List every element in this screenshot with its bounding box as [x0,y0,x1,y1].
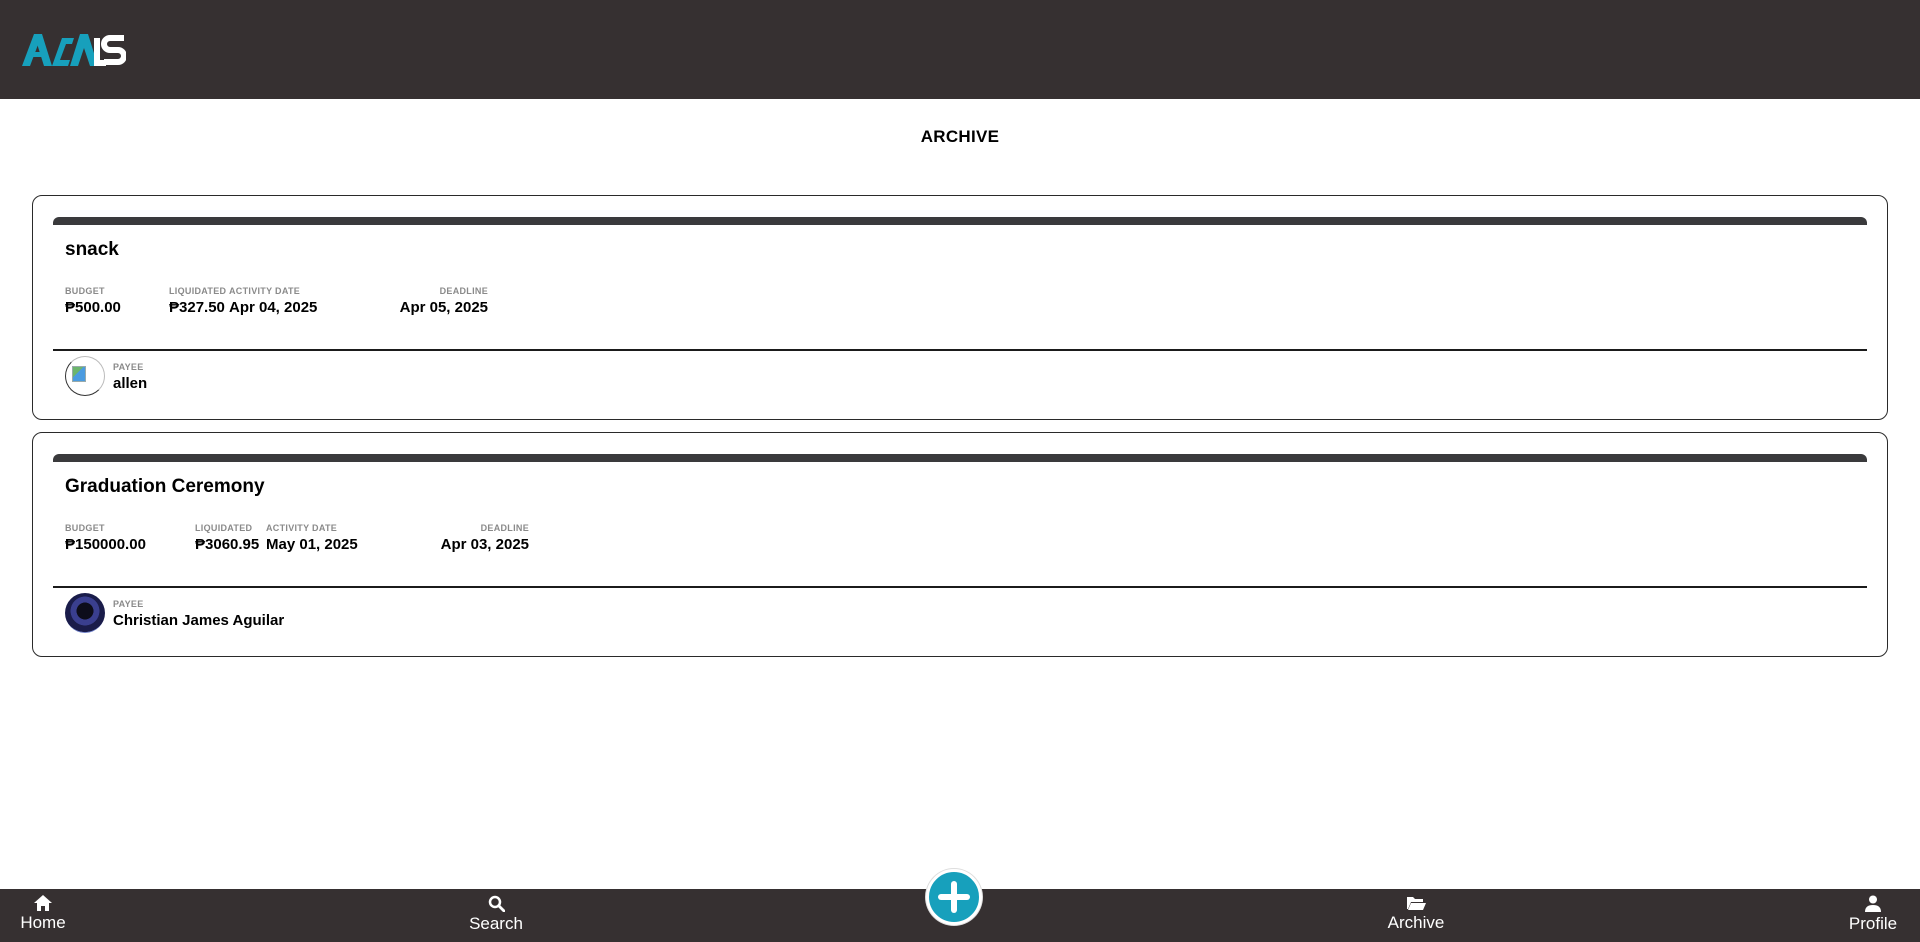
nav-search[interactable]: Search [468,895,524,934]
budget-field: BUDGET ₱500.00 [65,286,121,316]
budget-label: BUDGET [65,523,105,533]
card-header-bar [53,217,1867,225]
user-icon [1865,895,1881,912]
archive-card[interactable]: snack BUDGET ₱500.00 LIQUIDATED ₱327.50 … [32,195,1888,420]
nav-archive-label: Archive [1387,913,1445,932]
card-divider [53,349,1867,351]
activity-date-value: May 01, 2025 [266,536,358,553]
nav-home[interactable]: Home [20,895,66,933]
budget-value: ₱500.00 [65,299,121,316]
deadline-label: DEADLINE [439,286,488,296]
payee-name: allen [113,375,148,392]
deadline-field: DEADLINE Apr 03, 2025 [403,523,529,553]
archive-card[interactable]: Graduation Ceremony BUDGET ₱150000.00 LI… [32,432,1888,657]
activity-date-value: Apr 04, 2025 [229,299,318,316]
payee-label: PAYEE [113,599,144,609]
activity-date-label: ACTIVITY DATE [266,523,338,533]
plus-icon [938,881,970,913]
deadline-field: DEADLINE Apr 05, 2025 [363,286,488,316]
folder-open-icon [1407,897,1426,910]
liquidated-value: ₱3060.95 [195,536,260,553]
nav-home-label: Home [20,913,66,932]
budget-value: ₱150000.00 [65,536,146,553]
payee-avatar [65,356,105,396]
add-button[interactable] [926,869,982,925]
nav-profile-label: Profile [1848,914,1898,933]
top-bar [0,0,1920,99]
liquidated-field: LIQUIDATED ₱327.50 [169,286,226,316]
card-header-bar [53,454,1867,462]
card-title: snack [65,239,119,260]
deadline-value: Apr 05, 2025 [399,299,488,316]
payee-field: PAYEE Christian James Aguilar [113,599,284,629]
nav-archive[interactable]: Archive [1385,895,1447,933]
card-divider [53,586,1867,588]
payee-label: PAYEE [113,362,144,372]
activity-date-field: ACTIVITY DATE Apr 04, 2025 [229,286,317,316]
payee-field: PAYEE allen [113,362,147,392]
liquidated-field: LIQUIDATED ₱3060.95 [195,523,259,553]
activity-date-field: ACTIVITY DATE May 01, 2025 [266,523,358,553]
acals-logo[interactable] [22,32,126,68]
deadline-label: DEADLINE [480,523,529,533]
payee-name: Christian James Aguilar [113,612,285,629]
card-title: Graduation Ceremony [65,476,265,497]
home-icon [34,895,52,911]
liquidated-value: ₱327.50 [169,299,225,316]
nav-profile[interactable]: Profile [1847,895,1899,934]
search-icon [488,895,505,912]
page-title: ARCHIVE [920,127,1000,146]
budget-label: BUDGET [65,286,105,296]
activity-date-label: ACTIVITY DATE [229,286,301,296]
nav-search-label: Search [469,914,523,933]
liquidated-label: LIQUIDATED [195,523,253,533]
budget-field: BUDGET ₱150000.00 [65,523,146,553]
deadline-value: Apr 03, 2025 [440,536,529,553]
liquidated-label: LIQUIDATED [169,286,227,296]
payee-avatar [65,593,105,633]
